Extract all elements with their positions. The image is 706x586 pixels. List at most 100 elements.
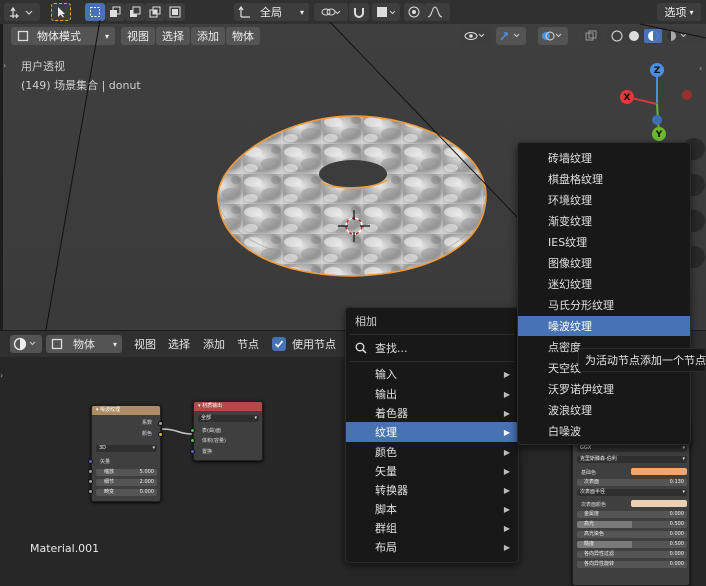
- noise-output-color: 颜色: [141, 431, 152, 437]
- submenu-arrow-icon: ▶: [503, 427, 510, 437]
- select-extend-button[interactable]: [105, 3, 125, 21]
- texture-item-gradient[interactable]: 渐变纹理: [518, 211, 690, 231]
- options-label: 选项: [664, 6, 687, 19]
- submenu-arrow-icon: ▶: [503, 523, 510, 533]
- noise-node-title: ▾ 噪波纹理: [92, 406, 160, 415]
- select-extend-icon: [110, 6, 121, 17]
- material-output-node[interactable]: ▾ 材质输出 全部 ▾ 表(曲)面 体积(容量) 置换: [193, 401, 263, 461]
- add-node-menu: 相加 查找... 输入 ▶ 输出 ▶ 着色器 ▶ 纹理 ▶ 颜色 ▶ 矢量 ▶ 转换器 ▶ 脚…: [345, 307, 519, 563]
- select-intersect-icon: [149, 6, 161, 18]
- socket-surface-input[interactable]: [190, 428, 195, 433]
- bsdf-specular-field[interactable]: 高光 0.500: [577, 521, 687, 528]
- add-menu-item-layout[interactable]: 布局 ▶: [346, 537, 518, 557]
- 3d-cursor-icon[interactable]: [336, 208, 372, 244]
- add-menu-item-converter[interactable]: 转换器 ▶: [346, 480, 518, 500]
- texture-item-image[interactable]: 图像纹理: [518, 253, 690, 273]
- texture-item-brick[interactable]: 砖墙纹理: [518, 148, 690, 168]
- bsdf-subsurface-field[interactable]: 次表面 0.130: [577, 479, 687, 486]
- select-box-mode-button[interactable]: [85, 3, 105, 21]
- magnet-icon: [354, 8, 364, 18]
- transform-orientation-button[interactable]: [4, 3, 40, 21]
- select-intersect-button[interactable]: [145, 3, 165, 21]
- add-menu-title: 相加: [355, 315, 377, 328]
- add-menu-search[interactable]: 查找...: [346, 338, 518, 358]
- texture-item-voronoi[interactable]: 沃罗诺伊纹理: [518, 379, 690, 399]
- noise-detail-field[interactable]: 细节 2.000: [96, 479, 157, 486]
- texture-item-white-noise[interactable]: 白噪波: [518, 421, 690, 441]
- snap-target-dropdown[interactable]: [372, 3, 400, 21]
- cursor-arrow-icon: [58, 7, 65, 18]
- output-node-title: ▾ 材质输出: [194, 402, 262, 411]
- noise-output-fac: 系数: [141, 420, 152, 426]
- bsdf-base-color-swatch[interactable]: [631, 468, 687, 475]
- texture-item-environment[interactable]: 环境纹理: [518, 190, 690, 210]
- socket-fac-output[interactable]: [158, 421, 163, 426]
- submenu-arrow-icon: ▶: [503, 389, 510, 399]
- bsdf-subsurface-color-swatch[interactable]: [631, 500, 687, 507]
- texture-submenu: 砖墙纹理 棋盘格纹理 环境纹理 渐变纹理 IES纹理 图像纹理 迷幻纹理 马氏分…: [517, 142, 691, 445]
- add-menu-item-vector[interactable]: 矢量 ▶: [346, 461, 518, 481]
- bsdf-subsurface-color-label: 次表面颜色: [581, 502, 607, 508]
- socket-volume-input[interactable]: [190, 438, 195, 443]
- submenu-arrow-icon: ▶: [503, 369, 510, 379]
- search-icon: [355, 342, 367, 354]
- noise-scale-field[interactable]: 缩放 5.000: [96, 469, 157, 476]
- bsdf-anisotropic-rotation-field[interactable]: 各向异性旋转 0.000: [577, 561, 687, 568]
- pivot-link-icon: [321, 8, 341, 16]
- output-input-displacement: 置换: [202, 449, 213, 455]
- bsdf-roughness-field[interactable]: 糙度 0.500: [577, 541, 687, 548]
- select-new-icon: [90, 7, 100, 17]
- add-menu-item-texture[interactable]: 纹理 ▶: [346, 422, 518, 442]
- chevron-down-icon: ▾: [299, 7, 304, 17]
- submenu-arrow-icon: ▶: [503, 408, 510, 418]
- falloff-dropdown[interactable]: [424, 3, 450, 21]
- proportional-edit-button[interactable]: [404, 3, 424, 21]
- texture-item-musgrave[interactable]: 马氏分形纹理: [518, 295, 690, 315]
- bsdf-specular-tint-field[interactable]: 高光染色 0.000: [577, 531, 687, 538]
- texture-item-ies[interactable]: IES纹理: [518, 232, 690, 252]
- output-target-dropdown[interactable]: 全部 ▾: [198, 415, 259, 422]
- texture-item-magic[interactable]: 迷幻纹理: [518, 274, 690, 294]
- select-invert-icon: [169, 6, 181, 18]
- snap-toggle-button[interactable]: [349, 3, 369, 21]
- socket-vector-input[interactable]: [88, 459, 93, 464]
- socket-scale-input[interactable]: [88, 469, 93, 474]
- pivot-point-dropdown[interactable]: [314, 3, 348, 21]
- submenu-arrow-icon: ▶: [503, 504, 510, 514]
- transform-global-dropdown[interactable]: 全局 ▾: [234, 3, 309, 21]
- chevron-down-icon: ▾: [689, 7, 694, 17]
- top-header: 全局 ▾ 选项 ▾: [0, 0, 706, 24]
- noise-dimension-dropdown[interactable]: 3D ▾: [96, 445, 157, 452]
- socket-detail-input[interactable]: [88, 479, 93, 484]
- texture-item-noise[interactable]: 噪波纹理: [518, 316, 690, 336]
- select-tool-button[interactable]: [51, 3, 71, 21]
- select-invert-button[interactable]: [165, 3, 185, 21]
- bsdf-subsurface-method-dropdown[interactable]: 克里斯滕森-伯利 ▾: [577, 456, 687, 463]
- options-dropdown[interactable]: 选项 ▾: [657, 3, 701, 21]
- transform-global-label: 全局: [260, 6, 282, 19]
- bsdf-metallic-field[interactable]: 金属度 0.000: [577, 511, 687, 518]
- socket-distortion-input[interactable]: [88, 489, 93, 494]
- bsdf-base-color-label: 基础色: [581, 470, 597, 476]
- bsdf-subsurface-radius-field[interactable]: 次表面半径 ▾: [577, 489, 687, 496]
- socket-color-output[interactable]: [158, 432, 163, 437]
- add-menu-item-output[interactable]: 输出 ▶: [346, 384, 518, 404]
- texture-item-checker[interactable]: 棋盘格纹理: [518, 169, 690, 189]
- noise-texture-node[interactable]: ▾ 噪波纹理 系数 颜色 3D ▾ 矢量 缩放 5.000 细节 2.000 畸变 0.…: [91, 405, 161, 502]
- add-node-tooltip: 为活动节点添加一个节点.: [578, 348, 706, 372]
- toolbar-toggle-icon[interactable]: ›: [3, 61, 9, 71]
- add-menu-item-script[interactable]: 脚本 ▶: [346, 499, 518, 519]
- select-subtract-button[interactable]: [125, 3, 145, 21]
- noise-distortion-field[interactable]: 畸变 0.000: [96, 489, 157, 496]
- bsdf-anisotropic-field[interactable]: 各向异性过滤 0.000: [577, 551, 687, 558]
- add-menu-item-shader[interactable]: 着色器 ▶: [346, 403, 518, 423]
- sidebar-toggle-icon[interactable]: ‹: [699, 64, 706, 74]
- add-menu-item-color[interactable]: 颜色 ▶: [346, 442, 518, 462]
- output-input-volume: 体积(容量): [202, 438, 226, 444]
- add-menu-item-group[interactable]: 群组 ▶: [346, 518, 518, 538]
- add-menu-item-input[interactable]: 输入 ▶: [346, 364, 518, 384]
- socket-displacement-input[interactable]: [190, 449, 195, 454]
- texture-item-wave[interactable]: 波浪纹理: [518, 400, 690, 420]
- submenu-arrow-icon: ▶: [503, 466, 510, 476]
- bsdf-distribution-dropdown[interactable]: GGX ▾: [577, 445, 687, 452]
